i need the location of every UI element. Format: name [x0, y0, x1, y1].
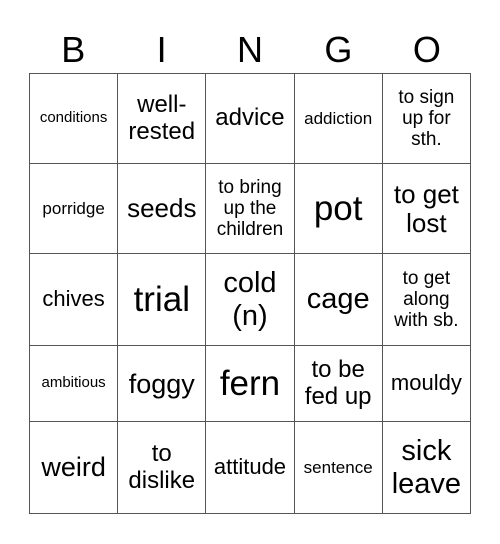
bingo-cell[interactable]: seeds	[117, 163, 207, 255]
bingo-cell[interactable]: porridge	[28, 163, 119, 255]
bingo-cell[interactable]: fern	[205, 345, 295, 423]
header-letter-b: B	[61, 29, 86, 70]
bingo-cell[interactable]: chives	[28, 253, 119, 347]
bingo-cell[interactable]: trial	[117, 253, 207, 347]
bingo-cell[interactable]: attitude	[205, 421, 295, 514]
bingo-cell[interactable]: pot	[293, 163, 383, 255]
bingo-cell[interactable]: mouldy	[381, 345, 472, 423]
header-letter-o: O	[412, 29, 441, 70]
bingo-cell[interactable]: cage	[293, 253, 383, 347]
bingo-cell[interactable]: to dislike	[117, 421, 207, 514]
bingo-cell[interactable]: cold (n)	[205, 253, 295, 347]
bingo-cell[interactable]: ambitious	[28, 345, 119, 423]
bingo-cell[interactable]: sentence	[293, 421, 383, 514]
bingo-cell[interactable]: conditions	[28, 72, 119, 165]
bingo-cell[interactable]: foggy	[117, 345, 207, 423]
card-row: conditions well-rested advice addiction …	[28, 72, 472, 165]
bingo-cell[interactable]: well-rested	[117, 72, 207, 165]
bingo-cell[interactable]: addiction	[293, 72, 383, 165]
bingo-cell[interactable]: to be fed up	[293, 345, 383, 423]
bingo-cell[interactable]: to bring up the children	[205, 163, 295, 255]
card-row: ambitious foggy fern to be fed up mouldy	[28, 345, 472, 423]
bingo-card: conditions well-rested advice addiction …	[28, 72, 472, 514]
header-letter-n: N	[237, 29, 264, 70]
header-letter-i: I	[156, 29, 167, 70]
bingo-cell[interactable]: to get lost	[381, 163, 472, 255]
bingo-cell[interactable]: sick leave	[381, 421, 472, 514]
card-row: chives trial cold (n) cage to get along wit…	[28, 253, 472, 347]
bingo-header: B I N G O	[29, 30, 471, 70]
header-letter-g: G	[324, 29, 353, 70]
bingo-cell[interactable]: to sign up for sth.	[381, 72, 472, 165]
card-row: weird to dislike attitude sentence sick le…	[28, 421, 472, 514]
bingo-cell[interactable]: to get along with sb.	[381, 253, 472, 347]
card-row: porridge seeds to bring up the children po…	[28, 163, 472, 255]
bingo-cell[interactable]: weird	[28, 421, 119, 514]
bingo-cell[interactable]: advice	[205, 72, 295, 165]
